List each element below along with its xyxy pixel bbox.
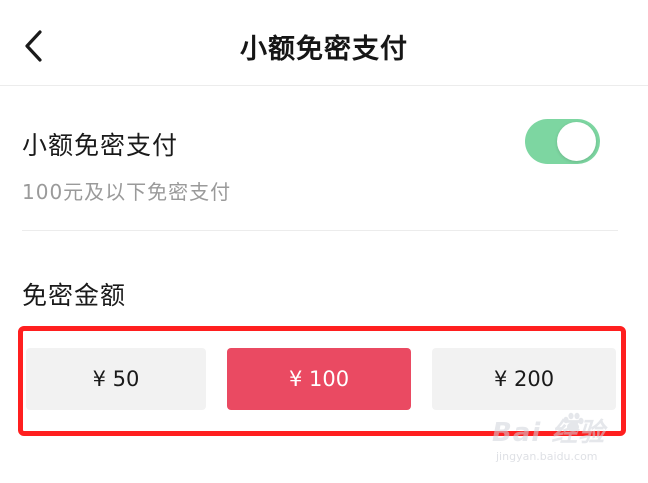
watermark-url: jingyan.baidu.com xyxy=(496,450,598,463)
watermark-text: Bai 经验 xyxy=(492,418,606,448)
paw-icon xyxy=(563,412,584,432)
app-screen: 小额免密支付 小额免密支付 100元及以下免密支付 免密金额 ¥ 50 ¥ 10… xyxy=(0,0,648,483)
setting-title: 小额免密支付 xyxy=(22,131,179,160)
amount-section-label: 免密金额 xyxy=(22,281,127,310)
navigation-bar: 小额免密支付 xyxy=(0,0,648,86)
page-title: 小额免密支付 xyxy=(240,34,408,65)
small-payment-toggle[interactable] xyxy=(525,119,600,164)
setting-description: 100元及以下免密支付 xyxy=(22,180,232,204)
small-payment-setting-row: 小额免密支付 100元及以下免密支付 xyxy=(22,86,618,231)
toggle-knob xyxy=(557,122,596,161)
baidu-jingyan-watermark: Bai 经验 jingyan.baidu.com xyxy=(488,412,628,472)
